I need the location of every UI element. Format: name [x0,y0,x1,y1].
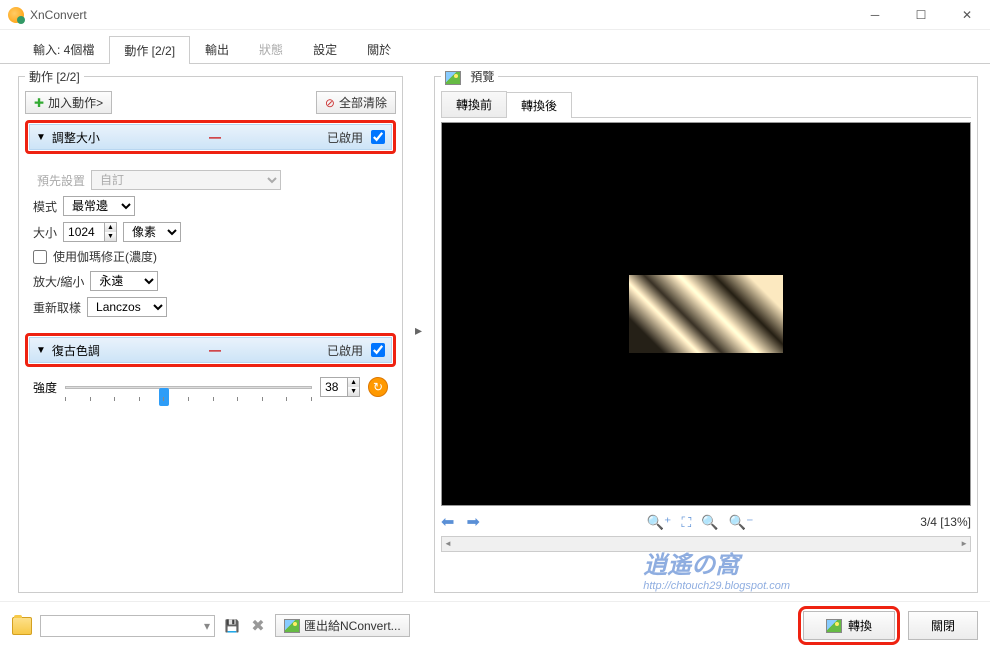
size-spinner[interactable]: ▲▼ [105,222,117,242]
convert-button[interactable]: 轉換 [803,611,895,640]
delete-icon[interactable]: ✖ [249,617,267,635]
export-nconvert-button[interactable]: 匯出給NConvert... [275,614,410,637]
collapse-icon[interactable]: ▼ [36,132,46,143]
save-icon[interactable]: 💾 [223,617,241,635]
resample-label: 重新取樣 [33,299,81,316]
size-unit-select[interactable]: 像素 [123,222,181,242]
next-image-button[interactable]: ➡ [466,512,479,532]
intensity-label: 強度 [33,379,57,396]
script-dropdown[interactable]: ▾ [40,615,215,637]
preview-status: 3/4 [13%] [920,515,971,529]
preview-before-tab[interactable]: 轉換前 [441,91,507,117]
mode-label: 模式 [33,198,57,215]
scale-select[interactable]: 永遠 [90,271,158,291]
preset-select: 自訂 [91,170,281,190]
tab-status: 狀態 [244,35,298,63]
resize-action-header[interactable]: ▼ 調整大小 — 已啟用 [29,124,392,150]
transform-arrow-icon: ▸ [407,322,430,339]
close-window-button[interactable]: ✕ [944,0,990,30]
window-title: XnConvert [30,8,852,22]
preview-legend: 預覽 [441,68,498,85]
remove-resize-button[interactable]: — [205,130,225,144]
preview-canvas[interactable] [441,122,971,506]
preview-image [629,275,783,353]
tab-actions[interactable]: 動作 [2/2] [109,36,190,64]
collapse-icon[interactable]: ▼ [36,345,46,356]
main-tabbar: 輸入: 4個檔 動作 [2/2] 輸出 狀態 設定 關於 [0,36,990,64]
zoom-actual-icon[interactable]: 🔍 [701,514,718,531]
titlebar: XnConvert ─ ☐ ✕ [0,0,990,30]
clear-icon: ⊘ [325,96,335,110]
export-icon [284,619,300,633]
intensity-slider[interactable] [65,377,312,397]
plus-icon: ✚ [34,96,44,110]
resize-enable-label: 已啟用 [327,129,363,146]
sepia-enable-label: 已啟用 [327,342,363,359]
preview-scrollbar[interactable] [441,536,971,552]
resample-select[interactable]: Lanczos [87,297,167,317]
tab-output[interactable]: 輸出 [190,35,244,63]
resize-action-body: 預先設置 自訂 模式 最常邊 大小 ▲▼ [25,158,396,329]
add-action-button[interactable]: ✚ 加入動作> [25,91,112,114]
zoom-out-icon[interactable]: 🔍⁻ [729,514,754,531]
actions-fieldset: 動作 [2/2] ✚ 加入動作> ⊘ 全部清除 ▼ 調整大小 — [18,68,403,593]
sepia-action-highlight: ▼ 復古色調 — 已啟用 [25,333,396,367]
sepia-action-header[interactable]: ▼ 復古色調 — 已啟用 [29,337,392,363]
clear-all-button[interactable]: ⊘ 全部清除 [316,91,396,114]
preview-fieldset: 預覽 轉換前 轉換後 ⬅ ➡ 🔍⁺ ⛶ 🔍 🔍⁻ 3 [434,68,978,593]
actions-legend: 動作 [2/2] [25,68,84,85]
open-folder-button[interactable] [12,617,32,635]
prev-image-button[interactable]: ⬅ [441,512,454,532]
maximize-button[interactable]: ☐ [898,0,944,30]
minimize-button[interactable]: ─ [852,0,898,30]
bottom-bar: ▾ 💾 ✖ 匯出給NConvert... 轉換 關閉 [0,601,990,649]
gamma-label: 使用伽瑪修正(濃度) [53,248,157,265]
scale-label: 放大/縮小 [33,273,84,290]
intensity-input[interactable] [320,377,348,397]
size-input[interactable] [63,222,105,242]
convert-highlight: 轉換 [798,606,900,645]
resize-title: 調整大小 [52,129,199,146]
tab-input[interactable]: 輸入: 4個檔 [18,35,109,63]
tab-about[interactable]: 關於 [352,35,406,63]
resize-enable-checkbox[interactable] [371,130,385,144]
mode-select[interactable]: 最常邊 [63,196,135,216]
app-icon [8,7,24,23]
preview-after-tab[interactable]: 轉換後 [506,92,572,118]
close-button[interactable]: 關閉 [908,611,978,640]
convert-icon [826,619,842,633]
zoom-fit-icon[interactable]: ⛶ [681,514,691,531]
sepia-action-body: 強度 ▲▼ ↻ [25,371,396,403]
resize-action-highlight: ▼ 調整大小 — 已啟用 [25,120,396,154]
sepia-enable-checkbox[interactable] [371,343,385,357]
picture-icon [445,71,461,85]
preset-label: 預先設置 [33,172,85,189]
remove-sepia-button[interactable]: — [205,343,225,357]
size-label: 大小 [33,224,57,241]
intensity-spinner[interactable]: ▲▼ [348,377,360,397]
tab-settings[interactable]: 設定 [298,35,352,63]
reset-intensity-button[interactable]: ↻ [368,377,388,397]
zoom-in-icon[interactable]: 🔍⁺ [647,514,672,531]
gamma-checkbox[interactable] [33,250,47,264]
sepia-title: 復古色調 [52,342,199,359]
